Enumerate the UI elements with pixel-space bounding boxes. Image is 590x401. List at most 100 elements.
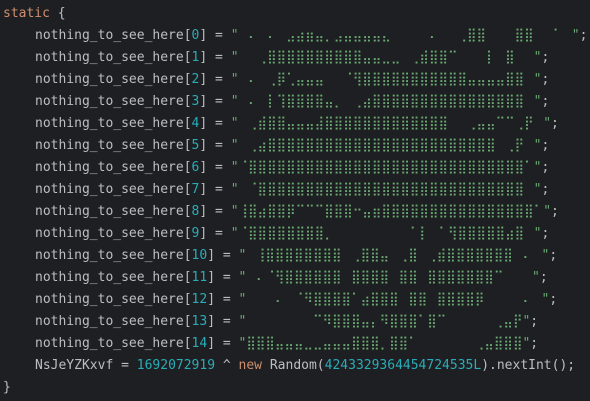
equals-sign: = (113, 358, 137, 373)
array-name: nothing_to_see_here (35, 314, 184, 329)
semicolon: ; (551, 204, 559, 219)
string-literal: "⠀⢸⣿⣿⣿⣿⣿⣿⣿⣿⠀⢀⣿⣿⣤⠀⢀⣿⠀⢀⣾⣿⣿⣿⣿⣿⣿⣿⠀⠄⠀" (238, 248, 550, 263)
code-line: nothing_to_see_here[2] = "⠀⠄⠀⢀⡿⢁⣤⣤⣤⠀⠀⠈⢻⣿… (0, 69, 549, 91)
close-brace: } (3, 380, 11, 395)
array-index: 13 (191, 314, 208, 329)
code-line: nothing_to_see_here[13] = "⠀⠀⠀⠀⠀⠀⠀⠉⠻⣿⣿⣿⣤… (0, 311, 538, 333)
open-bracket: [ (183, 226, 192, 241)
string-literal: "⠀⠀⢀⣿⣿⣿⣿⣿⣿⣿⣿⣿⣿⣤⣤⣀⣀⠀⢀⣾⣿⣿⠉⠀⠀⠀⡇⠀⣿⠀⠀" (230, 50, 542, 65)
string-literal: "⠀⠈⣿⣿⣿⣿⣿⣿⣿⣿⣿⣿⣿⣿⣿⣿⣿⣿⣿⣿⣿⣿⣿⣿⣿⣿⣿⣿⣿⣿⠀" (230, 182, 542, 197)
array-name: nothing_to_see_here (35, 94, 184, 109)
open-bracket: [ (183, 248, 192, 263)
close-bracket-equals: ] = (199, 182, 231, 197)
semicolon: ; (530, 314, 539, 329)
string-literal: "⠀⠄⠀⢀⡿⢁⣤⣤⣤⠀⠀⠈⢻⣿⣿⣿⣿⣿⣿⣿⣿⣿⣿⣿⣤⣤⣤⣤⣿⣿⠀" (230, 72, 542, 87)
semicolon: ; (549, 292, 558, 307)
string-literal: "⠀⠄⠀⠄⠀⣠⣴⣶⣤⡀⣠⣤⣤⣤⣤⣄⠀⠀⠀⠀⠄⠀⠀⢀⣿⣿⠀⠀⠀⣿⣿⠀⠀⠁⠀" (230, 28, 580, 43)
code-line: nothing_to_see_here[3] = "⠀⠄⠀⡇⢹⣿⣿⣿⣿⣤⡀⠀⢀⣴… (0, 91, 549, 113)
array-name: nothing_to_see_here (35, 138, 184, 153)
semicolon: ; (551, 116, 559, 131)
close-bracket-equals: ] = (199, 50, 231, 65)
close-bracket-equals: ] = (207, 248, 239, 263)
semicolon: ; (541, 138, 550, 153)
long-literal: 4243329364454724535L (324, 358, 482, 373)
code-line: nothing_to_see_here[1] = "⠀⠀⢀⣿⣿⣿⣿⣿⣿⣿⣿⣿⣿⣤… (0, 47, 549, 69)
code-line: nothing_to_see_here[8] = "⢸⣿⣴⣿⣿⡿⠉⠉⠉⣿⣿⣿⠒⣤… (0, 201, 559, 223)
array-name: nothing_to_see_here (35, 292, 184, 307)
array-index: 12 (191, 292, 208, 307)
xor-operator: ^ (215, 358, 239, 373)
static-keyword: static (3, 6, 50, 21)
code-line: nothing_to_see_here[0] = "⠀⠄⠀⠄⠀⣠⣴⣶⣤⡀⣠⣤⣤⣤… (0, 25, 587, 47)
open-bracket: [ (183, 94, 192, 109)
code-editor[interactable]: static { nothing_to_see_here[0] = "⠀⠄⠀⠄⠀… (0, 0, 590, 401)
string-literal: "⣿⣿⣿⣤⣤⣤⣀⣀⣤⣤⣤⣿⣿⣿⡀⣿⣿⠁⠀⠀⠀⠀⠀⠀⢀⣤⣿⣿⣿" (238, 336, 531, 351)
open-brace: { (49, 6, 66, 21)
string-literal: "⠈⣿⣿⣿⣿⣿⣿⣿⣿⣿⣿⣿⣿⣿⣿⣿⣿⣿⣿⣿⣿⣿⣿⣿⣿⣿⣿⣿⣿⣿⠁" (230, 160, 542, 175)
semicolon: ; (541, 226, 550, 241)
close-bracket-equals: ] = (199, 28, 231, 43)
open-bracket: [ (183, 138, 192, 153)
semicolon: ; (541, 72, 550, 87)
code-line: nothing_to_see_here[9] = "⠈⣿⣿⣿⣿⣿⣿⣿⣿⡀⠀⠀⠀⠀… (0, 223, 549, 245)
semicolon: ; (541, 160, 550, 175)
string-literal: "⢸⣿⣴⣿⣿⡿⠉⠉⠉⣿⣿⣿⠒⣤⣶⣿⣿⣿⣿⣿⣿⣿⣿⣿⣿⣿⣿⣿⣿⣿⣿⠁" (230, 204, 552, 219)
open-bracket: [ (183, 50, 192, 65)
string-literal: "⠀⠀⠀⠀⠀⠀⠀⠉⠻⣿⣿⣿⣤⡄⠻⣿⣿⣿⠁⣿⠉⠀⠀⠀⠀⠀⢀⣤⡟" (238, 314, 531, 329)
assignment-line: NsJeYZKxvf = 1692072919 ^ new Random(424… (0, 355, 575, 377)
open-bracket: [ (183, 270, 192, 285)
array-name: nothing_to_see_here (35, 72, 184, 87)
array-name: nothing_to_see_here (35, 50, 184, 65)
static-block-footer: } (0, 377, 11, 399)
static-block-header: static { (0, 3, 66, 25)
semicolon: ; (530, 336, 539, 351)
semicolon: ; (541, 182, 550, 197)
open-bracket: [ (183, 336, 192, 351)
new-keyword: new (238, 358, 263, 373)
array-name: nothing_to_see_here (35, 182, 184, 197)
random-constructor: Random( (262, 358, 325, 373)
string-literal: "⠀⠀⠀⠄⠀⠈⠻⣿⣿⣿⣿⠁⣴⣿⣿⣿⠀⣿⣿⠀⣿⣿⣿⣿⡿⠀⠀⠀⠀⠄⠀" (238, 292, 550, 307)
semicolon: ; (549, 248, 558, 263)
close-bracket-equals: ] = (199, 94, 231, 109)
close-bracket-equals: ] = (199, 138, 231, 153)
string-literal: "⠈⣿⣿⣿⣿⣿⣿⣿⣿⡀⠀⠀⠀⠀⠀⠀⠀⠀⠁⡇⠀⠁⢻⣿⣿⣿⣿⣿⣴⣿⠀" (230, 226, 542, 241)
code-line: nothing_to_see_here[4] = "⠀⢀⣾⣿⣿⣤⣤⣤⣼⣿⣿⣿⣿⣿… (0, 113, 559, 135)
close-bracket-equals: ] = (207, 270, 239, 285)
close-bracket-equals: ] = (199, 72, 231, 87)
string-literal: "⠀⠄⠈⢻⣿⣿⣿⣿⣿⣿⠀⣿⣿⣿⣿⠀⣿⣿⠀⣿⣿⣿⣿⣿⣿⣿⠉⠀⠀⠀" (238, 270, 540, 285)
array-name: nothing_to_see_here (35, 270, 184, 285)
close-bracket-equals: ] = (199, 160, 231, 175)
code-line: nothing_to_see_here[11] = "⠀⠄⠈⢻⣿⣿⣿⣿⣿⣿⠀⣿⣿… (0, 267, 548, 289)
semicolon: ; (541, 50, 550, 65)
open-bracket: [ (183, 160, 192, 175)
array-name: nothing_to_see_here (35, 336, 184, 351)
semicolon: ; (539, 270, 548, 285)
array-name: nothing_to_see_here (35, 116, 184, 131)
open-bracket: [ (183, 28, 192, 43)
close-bracket-equals: ] = (207, 292, 239, 307)
close-bracket-equals: ] = (199, 116, 231, 131)
code-line: nothing_to_see_here[10] = "⠀⢸⣿⣿⣿⣿⣿⣿⣿⣿⠀⢀⣿… (0, 245, 557, 267)
code-line: nothing_to_see_here[7] = "⠀⠈⣿⣿⣿⣿⣿⣿⣿⣿⣿⣿⣿⣿… (0, 179, 549, 201)
semicolon: ; (541, 94, 550, 109)
string-literal: "⠀⢀⣴⣿⣿⣿⣿⣿⣿⣿⣿⣿⣿⣿⣿⣿⣿⣿⣿⣿⣿⣿⣿⣿⣿⣿⣿⠀⢀⡟⠀" (230, 138, 542, 153)
close-bracket-equals: ] = (207, 336, 239, 351)
array-index: 10 (191, 248, 208, 263)
open-bracket: [ (183, 72, 192, 87)
method-call-tail: ).nextInt(); (481, 358, 576, 373)
open-bracket: [ (183, 314, 192, 329)
string-literal: "⠀⠄⠀⡇⢹⣿⣿⣿⣿⣤⡀⠀⢀⣴⣿⣿⣿⣿⣿⣿⣿⣿⣿⣿⣿⣿⣿⣿⣿⣿⠀" (230, 94, 542, 109)
array-index: 14 (191, 336, 208, 351)
code-line: nothing_to_see_here[5] = "⠀⢀⣴⣿⣿⣿⣿⣿⣿⣿⣿⣿⣿⣿… (0, 135, 549, 157)
array-name: nothing_to_see_here (35, 160, 184, 175)
close-bracket-equals: ] = (199, 226, 231, 241)
array-name: nothing_to_see_here (35, 204, 184, 219)
code-line: nothing_to_see_here[12] = "⠀⠀⠀⠄⠀⠈⠻⣿⣿⣿⣿⠁⣴… (0, 289, 557, 311)
semicolon: ; (579, 28, 588, 43)
array-name: nothing_to_see_here (35, 226, 184, 241)
code-line: nothing_to_see_here[14] = "⣿⣿⣿⣤⣤⣤⣀⣀⣤⣤⣤⣿⣿… (0, 333, 538, 355)
open-bracket: [ (183, 182, 192, 197)
array-name: nothing_to_see_here (35, 248, 184, 263)
close-bracket-equals: ] = (207, 314, 239, 329)
